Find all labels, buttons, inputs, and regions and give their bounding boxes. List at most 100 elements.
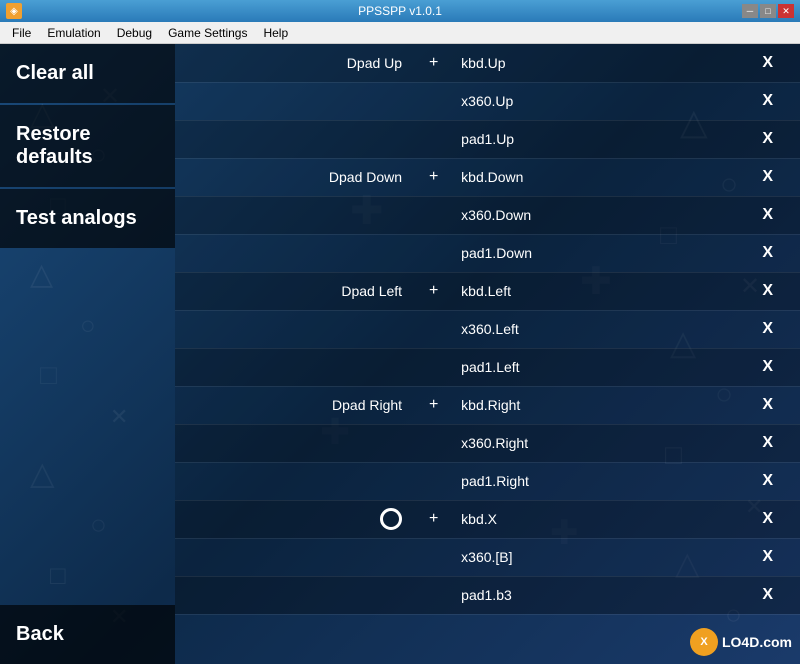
plus-cell [412, 196, 455, 234]
remove-binding-button[interactable]: X [735, 82, 800, 120]
plus-cell: + [412, 500, 455, 538]
clear-all-button[interactable]: Clear all [0, 44, 175, 103]
table-row: Dpad Up+kbd.UpX [175, 44, 800, 82]
plus-cell [412, 82, 455, 120]
binding-cell[interactable]: pad1.Up [455, 120, 735, 158]
title-bar-title: PPSSPP v1.0.1 [358, 4, 442, 18]
action-cell [175, 500, 412, 538]
remove-binding-button[interactable]: X [735, 196, 800, 234]
menu-help[interactable]: Help [255, 24, 296, 42]
binding-cell[interactable]: kbd.Down [455, 158, 735, 196]
title-bar-controls: ─ □ ✕ [742, 4, 794, 18]
maximize-button[interactable]: □ [760, 4, 776, 18]
menu-emulation[interactable]: Emulation [39, 24, 108, 42]
binding-cell[interactable]: pad1.b3 [455, 576, 735, 614]
action-cell [175, 120, 412, 158]
remove-binding-button[interactable]: X [735, 348, 800, 386]
action-cell [175, 424, 412, 462]
plus-cell [412, 462, 455, 500]
table-row: pad1.UpX [175, 120, 800, 158]
watermark-text: LO4D.com [722, 634, 792, 650]
menu-file[interactable]: File [4, 24, 39, 42]
table-row: x360.UpX [175, 82, 800, 120]
remove-binding-button[interactable]: X [735, 424, 800, 462]
remove-binding-button[interactable]: X [735, 576, 800, 614]
remove-binding-button[interactable]: X [735, 500, 800, 538]
plus-cell: + [412, 272, 455, 310]
table-row: x360.DownX [175, 196, 800, 234]
table-area: Dpad Up+kbd.UpXx360.UpXpad1.UpXDpad Down… [175, 44, 800, 664]
action-cell [175, 196, 412, 234]
action-cell [175, 82, 412, 120]
remove-binding-button[interactable]: X [735, 386, 800, 424]
binding-cell[interactable]: kbd.Up [455, 44, 735, 82]
binding-cell[interactable]: kbd.X [455, 500, 735, 538]
binding-cell[interactable]: x360.Right [455, 424, 735, 462]
remove-binding-button[interactable]: X [735, 234, 800, 272]
action-cell [175, 538, 412, 576]
action-cell [175, 462, 412, 500]
table-row: pad1.DownX [175, 234, 800, 272]
menu-debug[interactable]: Debug [109, 24, 160, 42]
binding-cell[interactable]: pad1.Down [455, 234, 735, 272]
table-row: pad1.RightX [175, 462, 800, 500]
circle-symbol [380, 508, 402, 530]
left-sidebar: Clear all Restore defaults Test analogs … [0, 44, 175, 664]
plus-cell [412, 538, 455, 576]
plus-cell [412, 576, 455, 614]
action-cell: Dpad Right [175, 386, 412, 424]
remove-binding-button[interactable]: X [735, 462, 800, 500]
plus-cell [412, 234, 455, 272]
table-row: Dpad Down+kbd.DownX [175, 158, 800, 196]
action-cell [175, 310, 412, 348]
table-row: x360.RightX [175, 424, 800, 462]
action-cell [175, 576, 412, 614]
main-content: △ ○ □ ✕ △ ○ □ ✕ △ ○ □ ✕ △ ○ □ ✕ △ ○ □ ✕ … [0, 44, 800, 664]
binding-cell[interactable]: x360.Left [455, 310, 735, 348]
watermark-logo: X [690, 628, 718, 656]
action-cell [175, 348, 412, 386]
menu-bar: File Emulation Debug Game Settings Help [0, 22, 800, 44]
remove-binding-button[interactable]: X [735, 538, 800, 576]
minimize-button[interactable]: ─ [742, 4, 758, 18]
binding-cell[interactable]: x360.Up [455, 82, 735, 120]
table-row: pad1.b3X [175, 576, 800, 614]
plus-cell [412, 120, 455, 158]
table-row: x360.[B]X [175, 538, 800, 576]
remove-binding-button[interactable]: X [735, 310, 800, 348]
plus-cell: + [412, 44, 455, 82]
binding-cell[interactable]: x360.Down [455, 196, 735, 234]
table-row: x360.LeftX [175, 310, 800, 348]
table-row: pad1.LeftX [175, 348, 800, 386]
binding-cell[interactable]: kbd.Left [455, 272, 735, 310]
remove-binding-button[interactable]: X [735, 120, 800, 158]
close-button[interactable]: ✕ [778, 4, 794, 18]
watermark: X LO4D.com [690, 628, 792, 656]
menu-game-settings[interactable]: Game Settings [160, 24, 255, 42]
back-button[interactable]: Back [0, 605, 175, 664]
binding-cell[interactable]: pad1.Left [455, 348, 735, 386]
action-cell: Dpad Down [175, 158, 412, 196]
restore-defaults-button[interactable]: Restore defaults [0, 105, 175, 187]
plus-cell [412, 424, 455, 462]
action-cell [175, 234, 412, 272]
action-cell: Dpad Up [175, 44, 412, 82]
plus-cell: + [412, 158, 455, 196]
remove-binding-button[interactable]: X [735, 158, 800, 196]
binding-cell[interactable]: kbd.Right [455, 386, 735, 424]
binding-cell[interactable]: x360.[B] [455, 538, 735, 576]
plus-cell [412, 310, 455, 348]
app-icon: ◈ [6, 3, 22, 19]
mapping-table: Dpad Up+kbd.UpXx360.UpXpad1.UpXDpad Down… [175, 44, 800, 615]
plus-cell [412, 348, 455, 386]
binding-cell[interactable]: pad1.Right [455, 462, 735, 500]
remove-binding-button[interactable]: X [735, 272, 800, 310]
table-row: Dpad Right+kbd.RightX [175, 386, 800, 424]
plus-cell: + [412, 386, 455, 424]
sidebar-spacer [0, 250, 175, 605]
test-analogs-button[interactable]: Test analogs [0, 189, 175, 248]
remove-binding-button[interactable]: X [735, 44, 800, 82]
table-row: Dpad Left+kbd.LeftX [175, 272, 800, 310]
title-bar-left: ◈ [6, 3, 22, 19]
table-row: +kbd.XX [175, 500, 800, 538]
